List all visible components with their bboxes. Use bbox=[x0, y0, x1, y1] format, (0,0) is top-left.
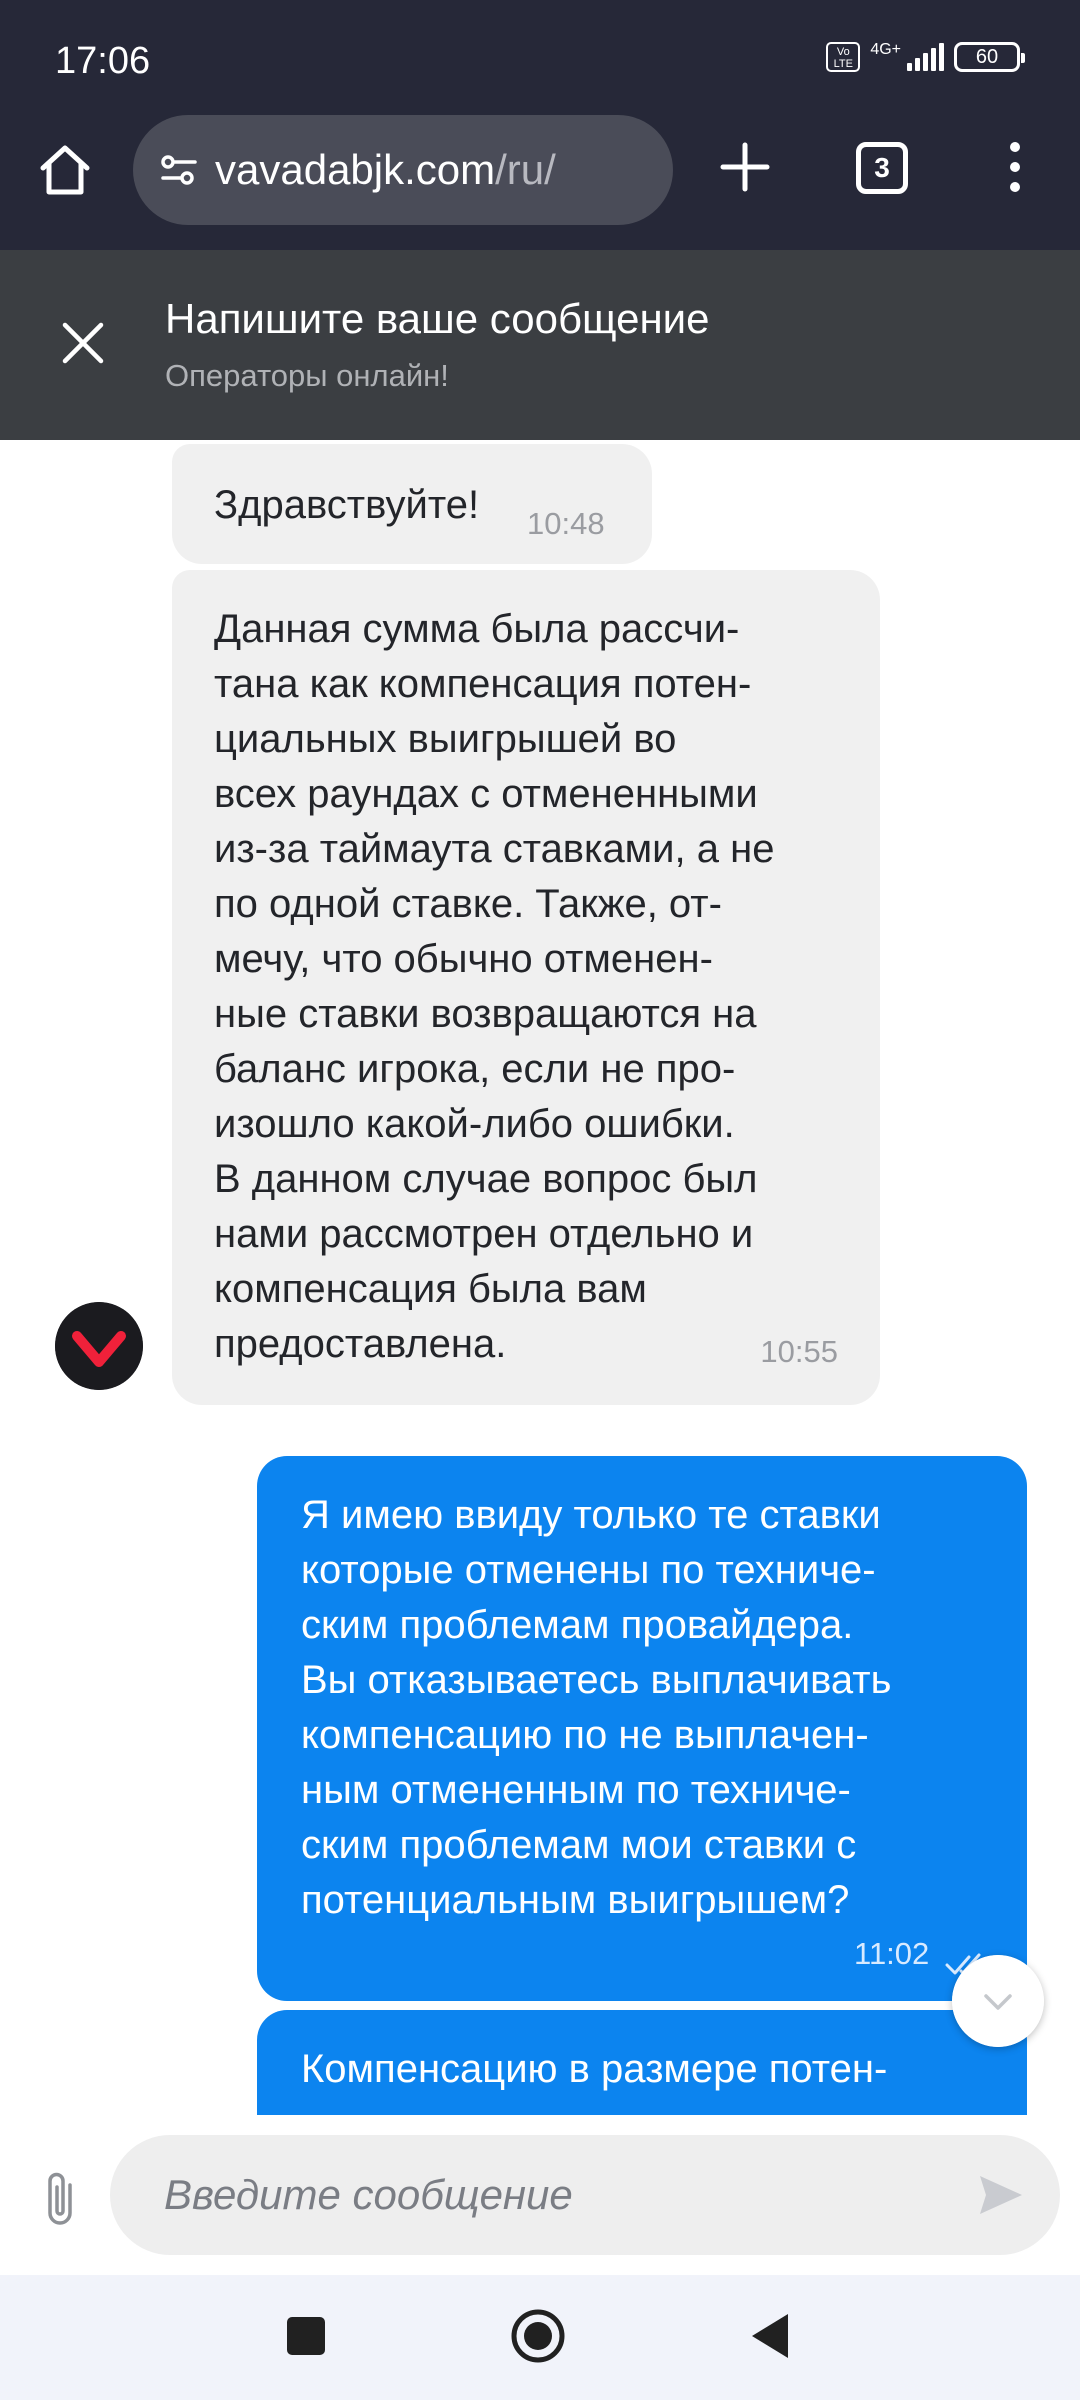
home-icon[interactable] bbox=[35, 140, 95, 200]
message-line: компенсацию по не выплачен- bbox=[301, 1713, 869, 1757]
message-line: предоставлена. bbox=[214, 1322, 507, 1366]
home-button[interactable] bbox=[510, 2308, 566, 2364]
message-composer bbox=[0, 2115, 1080, 2275]
message-line: циального выигрыша с таких bbox=[301, 2097, 987, 2115]
message-line: из-за таймаута ставками, а не bbox=[214, 827, 775, 871]
tab-switcher-button[interactable]: 3 bbox=[856, 142, 908, 194]
url-domain: vavadabjk.com bbox=[215, 146, 496, 193]
site-settings-icon[interactable] bbox=[155, 145, 205, 195]
paperclip-icon[interactable] bbox=[38, 2167, 82, 2231]
send-icon[interactable] bbox=[978, 2173, 1024, 2217]
message-line: В данном случае вопрос был bbox=[214, 1157, 758, 1201]
url-path: /ru/ bbox=[495, 146, 556, 193]
message-time: 11:02 bbox=[854, 1936, 930, 1971]
message-line: ским проблемам мои ставки с bbox=[301, 1823, 857, 1867]
message-line: ским проблемам провайдера. bbox=[301, 1603, 854, 1647]
more-menu-icon[interactable] bbox=[1000, 137, 1030, 197]
incoming-message: Данная сумма была рассчи- тана как компе… bbox=[172, 570, 880, 1405]
outgoing-message: Я имею ввиду только те ставки которые от… bbox=[257, 1456, 1027, 2001]
message-line: нами рассмотрен отдельно и bbox=[214, 1212, 754, 1256]
back-button[interactable] bbox=[748, 2311, 792, 2361]
battery-icon: 60 bbox=[954, 42, 1025, 72]
message-line: циальных выигрышей во bbox=[214, 717, 677, 761]
address-bar[interactable]: vavadabjk.com/ru/ bbox=[133, 115, 673, 225]
message-line: всех раундах с отмененными bbox=[214, 772, 758, 816]
new-tab-icon[interactable] bbox=[715, 137, 775, 197]
message-line: компенсация была вам bbox=[214, 1267, 647, 1311]
message-line: по одной ставке. Также, от- bbox=[214, 882, 722, 926]
message-time: 10:55 bbox=[760, 1334, 838, 1369]
system-navigation-bar bbox=[0, 2275, 1080, 2400]
message-line: изошло какой-либо ошибки. bbox=[214, 1102, 735, 1146]
message-line: Компенсацию в размере потен- bbox=[301, 2047, 888, 2091]
message-line: тана как компенсация потен- bbox=[214, 662, 752, 706]
chat-subtitle: Операторы онлайн! bbox=[165, 358, 449, 393]
message-line: потенциальным выигрышем? bbox=[301, 1878, 850, 1922]
browser-top-bar: 17:06 Vo LTE 4G+ 60 vavadabjk.com/ru/ 3 bbox=[0, 0, 1080, 250]
message-time: 10:48 bbox=[527, 506, 605, 541]
message-line: ным отмененным по техниче- bbox=[301, 1768, 851, 1812]
message-line: Я имею ввиду только те ставки bbox=[301, 1493, 881, 1537]
status-bar: 17:06 Vo LTE 4G+ 60 bbox=[0, 0, 1080, 120]
network-type-label: 4G+ bbox=[870, 41, 901, 58]
chat-header: Напишите ваше сообщение Операторы онлайн… bbox=[0, 250, 1080, 440]
message-line: баланс игрока, если не про- bbox=[214, 1047, 736, 1091]
status-time: 17:06 bbox=[55, 40, 151, 82]
message-input-container[interactable] bbox=[110, 2135, 1060, 2255]
message-line: Данная сумма была рассчи- bbox=[214, 607, 740, 651]
message-list[interactable]: Здравствуйте! 10:48 Данная сумма была ра… bbox=[0, 440, 1080, 2115]
message-text: Здравствуйте! bbox=[214, 483, 480, 527]
message-input[interactable] bbox=[164, 2135, 944, 2255]
outgoing-message: Компенсацию в размере потен- циального в… bbox=[257, 2010, 1027, 2115]
scroll-to-bottom-button[interactable] bbox=[952, 1955, 1044, 2047]
operator-avatar-logo bbox=[55, 1302, 143, 1390]
signal-strength-icon bbox=[907, 43, 944, 71]
chat-title: Напишите ваше сообщение bbox=[165, 295, 710, 342]
status-icons: Vo LTE 4G+ 60 bbox=[826, 41, 1025, 72]
volte-icon: Vo LTE bbox=[826, 42, 861, 72]
message-line: мечу, что обычно отменен- bbox=[214, 937, 713, 981]
url-text[interactable]: vavadabjk.com/ru/ bbox=[215, 146, 556, 194]
message-line: ные ставки возвращаются на bbox=[214, 992, 757, 1036]
recent-apps-button[interactable] bbox=[287, 2317, 325, 2355]
close-icon[interactable] bbox=[60, 320, 106, 366]
message-line: Вы отказываетесь выплачивать bbox=[301, 1658, 892, 1702]
message-line: которые отменены по техниче- bbox=[301, 1548, 876, 1592]
incoming-message: Здравствуйте! 10:48 bbox=[172, 444, 652, 564]
browser-toolbar: vavadabjk.com/ru/ 3 bbox=[0, 115, 1080, 225]
